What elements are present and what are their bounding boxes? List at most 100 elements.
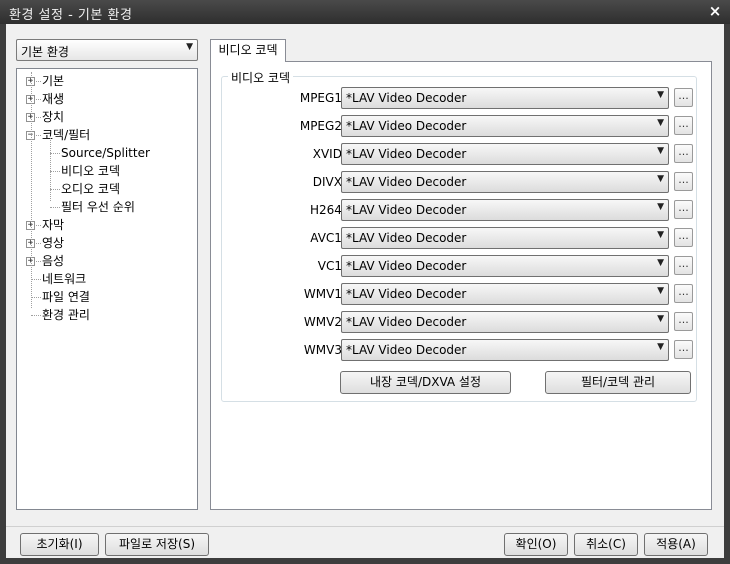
tree-item[interactable]: 네트워크 bbox=[17, 270, 197, 288]
chevron-down-icon: ▼ bbox=[657, 118, 664, 128]
codec-options-button[interactable]: ... bbox=[674, 200, 693, 219]
chevron-down-icon: ▼ bbox=[657, 342, 664, 352]
tree-connector bbox=[50, 189, 60, 190]
codec-select[interactable]: *LAV Video Decoder ▼ bbox=[341, 115, 669, 137]
tree-item[interactable]: + 자막 bbox=[17, 216, 197, 234]
codec-label: WMV1: bbox=[303, 287, 346, 301]
tree-item-label: 음성 bbox=[42, 254, 65, 268]
tree-item[interactable]: + 기본 bbox=[17, 72, 197, 90]
cancel-button[interactable]: 취소(C) bbox=[574, 533, 638, 556]
footer-divider bbox=[6, 526, 724, 527]
settings-tree[interactable]: + 기본 + 재생 + 장치 − 코덱/필터 Source/Splitter 비디오 코덱오디오 … bbox=[16, 68, 198, 510]
tree-item[interactable]: + 재생 bbox=[17, 90, 197, 108]
codec-select[interactable]: *LAV Video Decoder ▼ bbox=[341, 227, 669, 249]
codec-select[interactable]: *LAV Video Decoder ▼ bbox=[341, 171, 669, 193]
codec-select-value: *LAV Video Decoder bbox=[346, 315, 467, 329]
tree-item[interactable]: Source/Splitter bbox=[17, 144, 197, 162]
filter-codec-manage-button[interactable]: 필터/코덱 관리 bbox=[545, 371, 691, 394]
codec-options-button[interactable]: ... bbox=[674, 228, 693, 247]
chevron-down-icon: ▼ bbox=[657, 90, 664, 100]
tree-connector bbox=[36, 243, 41, 244]
tree-connector bbox=[31, 297, 41, 298]
tree-connector bbox=[50, 171, 60, 172]
tree-connector bbox=[50, 207, 60, 208]
chevron-down-icon: ▼ bbox=[186, 42, 193, 52]
codec-options-button[interactable]: ... bbox=[674, 116, 693, 135]
preferences-window: 환경 설정 - 기본 환경 × 기본 환경 ▼ + 기본 + 재생 + 장치 − 코덱/필터 S… bbox=[0, 0, 730, 564]
tree-connector bbox=[31, 279, 41, 280]
tree-item[interactable]: 필터 우선 순위 bbox=[17, 198, 197, 216]
tab-panel: 비디오 코덱 MPEG1: *LAV Video Decoder ▼... MPEG2… bbox=[210, 61, 712, 510]
chevron-down-icon: ▼ bbox=[657, 146, 664, 156]
tab-video-codec[interactable]: 비디오 코덱 bbox=[210, 39, 286, 62]
codec-label: WMV3: bbox=[303, 343, 346, 357]
tree-item[interactable]: + 영상 bbox=[17, 234, 197, 252]
codec-select[interactable]: *LAV Video Decoder ▼ bbox=[341, 143, 669, 165]
tree-item-label: 오디오 코덱 bbox=[61, 182, 121, 196]
save-to-file-button[interactable]: 파일로 저장(S) bbox=[105, 533, 209, 556]
tree-connector bbox=[36, 135, 41, 136]
codec-options-button[interactable]: ... bbox=[674, 312, 693, 331]
codec-select[interactable]: *LAV Video Decoder ▼ bbox=[341, 339, 669, 361]
codec-row: AVC1: *LAV Video Decoder ▼... bbox=[222, 227, 698, 249]
video-codec-group: 비디오 코덱 MPEG1: *LAV Video Decoder ▼... MPEG2… bbox=[221, 69, 698, 402]
tree-item-label: 기본 bbox=[42, 74, 65, 88]
codec-select-value: *LAV Video Decoder bbox=[346, 203, 467, 217]
codec-options-button[interactable]: ... bbox=[674, 172, 693, 191]
tree-item-label: 영상 bbox=[42, 236, 65, 250]
codec-select[interactable]: *LAV Video Decoder ▼ bbox=[341, 199, 669, 221]
codec-options-button[interactable]: ... bbox=[674, 88, 693, 107]
codec-row: MPEG1: *LAV Video Decoder ▼... bbox=[222, 87, 698, 109]
codec-select[interactable]: *LAV Video Decoder ▼ bbox=[341, 87, 669, 109]
codec-select[interactable]: *LAV Video Decoder ▼ bbox=[341, 283, 669, 305]
dialog-body: 기본 환경 ▼ + 기본 + 재생 + 장치 − 코덱/필터 Source/Splitter 비디… bbox=[6, 24, 724, 558]
codec-row: DIVX: *LAV Video Decoder ▼... bbox=[222, 171, 698, 193]
codec-row: WMV2: *LAV Video Decoder ▼... bbox=[222, 311, 698, 333]
codec-select-value: *LAV Video Decoder bbox=[346, 259, 467, 273]
chevron-down-icon: ▼ bbox=[657, 202, 664, 212]
codec-select[interactable]: *LAV Video Decoder ▼ bbox=[341, 311, 669, 333]
codec-select-value: *LAV Video Decoder bbox=[346, 147, 467, 161]
chevron-down-icon: ▼ bbox=[657, 174, 664, 184]
codec-row: H264: *LAV Video Decoder ▼... bbox=[222, 199, 698, 221]
apply-button[interactable]: 적용(A) bbox=[644, 533, 708, 556]
chevron-down-icon: ▼ bbox=[657, 230, 664, 240]
category-select[interactable]: 기본 환경 ▼ bbox=[16, 39, 198, 61]
tree-connector bbox=[31, 315, 41, 316]
tree-connector bbox=[50, 138, 51, 201]
codec-select-value: *LAV Video Decoder bbox=[346, 91, 467, 105]
tree-item[interactable]: 비디오 코덱 bbox=[17, 162, 197, 180]
codec-options-button[interactable]: ... bbox=[674, 284, 693, 303]
codec-row: MPEG2: *LAV Video Decoder ▼... bbox=[222, 115, 698, 137]
codec-options-button[interactable]: ... bbox=[674, 256, 693, 275]
codec-select-value: *LAV Video Decoder bbox=[346, 175, 467, 189]
tree-item-label: 장치 bbox=[42, 110, 65, 124]
category-select-value: 기본 환경 bbox=[21, 45, 69, 59]
codec-options-button[interactable]: ... bbox=[674, 340, 693, 359]
title-bar[interactable]: 환경 설정 - 기본 환경 × bbox=[0, 0, 730, 24]
tree-item[interactable]: 오디오 코덱 bbox=[17, 180, 197, 198]
tree-item[interactable]: + 장치 bbox=[17, 108, 197, 126]
chevron-down-icon: ▼ bbox=[657, 314, 664, 324]
tree-item-label: 비디오 코덱 bbox=[61, 164, 121, 178]
tree-connector bbox=[31, 72, 32, 308]
codec-select-value: *LAV Video Decoder bbox=[346, 287, 467, 301]
tree-connector bbox=[36, 261, 41, 262]
tree-item[interactable]: 파일 연결 bbox=[17, 288, 197, 306]
codec-select-value: *LAV Video Decoder bbox=[346, 119, 467, 133]
tree-item[interactable]: − 코덱/필터 bbox=[17, 126, 197, 144]
reset-button[interactable]: 초기화(I) bbox=[20, 533, 99, 556]
tree-connector bbox=[36, 117, 41, 118]
codec-select[interactable]: *LAV Video Decoder ▼ bbox=[341, 255, 669, 277]
tree-item[interactable]: + 음성 bbox=[17, 252, 197, 270]
tree-connector bbox=[36, 81, 41, 82]
tree-item-label: Source/Splitter bbox=[61, 146, 150, 160]
close-icon[interactable]: × bbox=[706, 2, 724, 20]
codec-options-button[interactable]: ... bbox=[674, 144, 693, 163]
tree-item[interactable]: 환경 관리 bbox=[17, 306, 197, 324]
tree-item-label: 재생 bbox=[42, 92, 65, 106]
window-title: 환경 설정 - 기본 환경 bbox=[9, 8, 133, 23]
tree-item-label: 환경 관리 bbox=[42, 308, 90, 322]
builtin-codec-dxva-button[interactable]: 내장 코덱/DXVA 설정 bbox=[340, 371, 511, 394]
ok-button[interactable]: 확인(O) bbox=[504, 533, 568, 556]
